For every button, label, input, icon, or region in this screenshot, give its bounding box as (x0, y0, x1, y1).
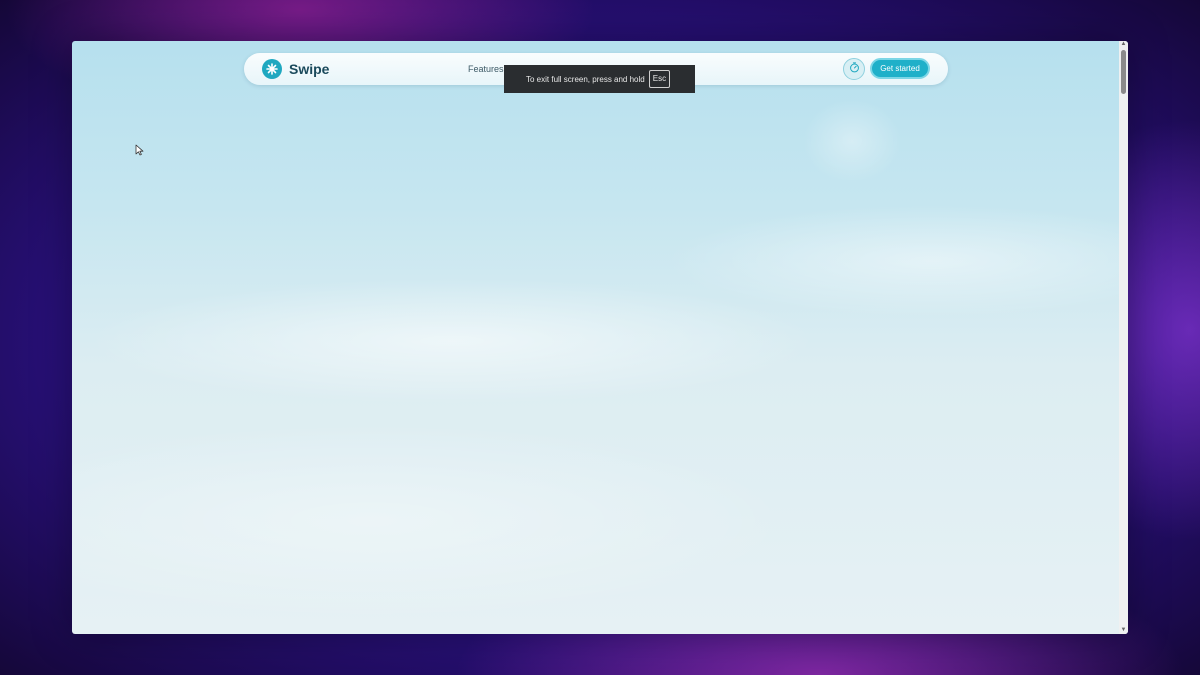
asterisk-logo-icon (262, 59, 282, 79)
scroll-up-arrow-icon[interactable]: ▲ (1120, 41, 1127, 48)
browser-viewport: Swipe Features og Get started To exit fu… (72, 41, 1128, 634)
vertical-scrollbar[interactable]: ▲ ▼ (1119, 41, 1128, 634)
scrollbar-thumb[interactable] (1121, 50, 1126, 94)
scroll-down-arrow-icon[interactable]: ▼ (1120, 627, 1127, 634)
toast-message: To exit full screen, press and hold (526, 74, 645, 84)
brand-name: Swipe (289, 61, 330, 77)
nav-link-features[interactable]: Features (468, 64, 504, 74)
mouse-pointer-icon (135, 143, 145, 156)
timer-icon (849, 60, 860, 78)
timer-button[interactable] (843, 58, 865, 80)
esc-key-badge: Esc (648, 70, 671, 88)
fullscreen-exit-toast: To exit full screen, press and hold Esc (504, 65, 695, 93)
get-started-button[interactable]: Get started (870, 58, 930, 79)
brand-logo[interactable]: Swipe (262, 59, 329, 79)
